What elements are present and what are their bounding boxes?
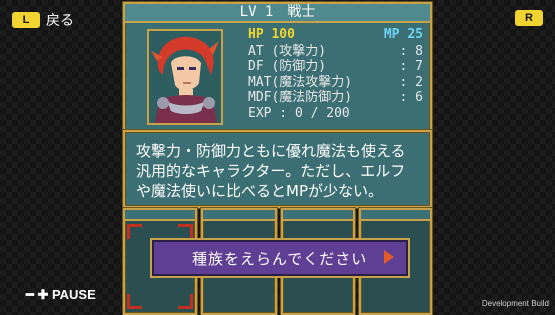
l-key-icon: L	[12, 12, 40, 28]
description-line: や魔法使いに比べるとMPが少ない。	[136, 182, 383, 200]
r-key-icon: R	[515, 10, 543, 26]
arrow-right-icon	[384, 250, 394, 264]
description-panel: 攻撃力・防御力ともに優れ魔法も使える 汎用的なキャラクター。ただし、エルフ や魔…	[123, 130, 432, 208]
selection-corner	[127, 224, 142, 239]
class-title: LV 1 戦士	[125, 4, 430, 23]
stat-name: MAT(魔法攻撃力)	[248, 74, 353, 90]
stat-value: : 6	[399, 90, 423, 105]
selection-corner	[178, 294, 193, 309]
stat-name: AT (攻撃力)	[248, 43, 327, 59]
stat-value: : 2	[399, 74, 423, 90]
character-panel: LV 1 戦士 HP 100 MP 25 AT (攻撃力) : 8 DF (防御…	[123, 2, 432, 132]
stat-name: DF (防御力)	[248, 59, 327, 74]
stat-row-df: DF (防御力) : 7	[248, 59, 423, 75]
back-button[interactable]: L 戻る	[12, 10, 74, 30]
stat-row-mat: MAT(魔法攻撃力) : 2	[248, 75, 423, 91]
r-button[interactable]: R	[515, 10, 543, 26]
hp-value: HP 100	[248, 27, 295, 42]
development-build-label: Development Build	[481, 299, 549, 308]
character-portrait	[147, 29, 223, 125]
pause-button[interactable]: ━ ✚ PAUSE	[26, 287, 96, 303]
back-label: 戻る	[46, 13, 74, 29]
stat-row-at: AT (攻撃力) : 8	[248, 44, 423, 60]
race-select-prompt[interactable]: 種族をえらんでください	[150, 238, 410, 278]
description-line: 攻撃力・防御力ともに優れ魔法も使える	[136, 142, 406, 160]
selection-corner	[127, 294, 142, 309]
prompt-text: 種族をえらんでください	[192, 249, 368, 268]
exp-row: EXP : 0 / 200	[248, 106, 423, 122]
description-line: 汎用的なキャラクター。ただし、エルフ	[136, 162, 406, 180]
stat-row-mdf: MDF(魔法防御力) : 6	[248, 90, 423, 106]
description-text: 攻撃力・防御力ともに優れ魔法も使える 汎用的なキャラクター。ただし、エルフ や魔…	[136, 141, 426, 201]
stat-value: : 8	[399, 43, 423, 59]
stat-value: : 7	[399, 59, 423, 74]
exp-value: EXP : 0 / 200	[248, 105, 350, 121]
selection-corner	[178, 224, 193, 239]
stats-block: HP 100 MP 25 AT (攻撃力) : 8 DF (防御力) : 7 M…	[248, 27, 423, 121]
stat-name: MDF(魔法防御力)	[248, 90, 353, 105]
mp-value: MP 25	[383, 27, 423, 42]
